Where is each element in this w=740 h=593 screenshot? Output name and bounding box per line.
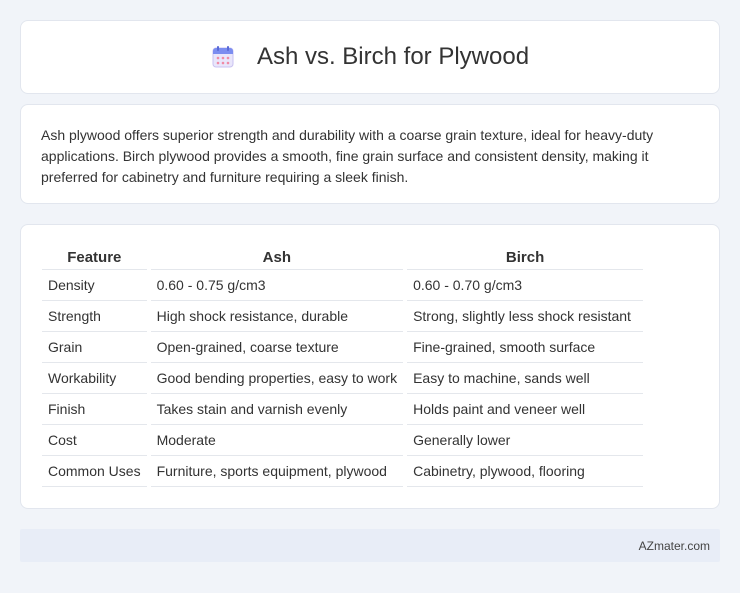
table-row: Grain Open-grained, coarse texture Fine-…	[42, 332, 644, 363]
cell-birch: Cabinetry, plywood, flooring	[407, 456, 644, 487]
cell-ash: Good bending properties, easy to work	[150, 363, 404, 394]
cell-feature: Strength	[42, 301, 147, 332]
footer-site-link[interactable]: AZmater.com	[639, 539, 710, 553]
cell-feature: Common Uses	[42, 456, 147, 487]
cell-birch: Generally lower	[407, 425, 644, 456]
cell-ash: 0.60 - 0.75 g/cm3	[150, 270, 404, 301]
comparison-table: Feature Ash Birch Density 0.60 - 0.75 g/…	[38, 246, 647, 487]
cell-birch: Strong, slightly less shock resistant	[407, 301, 644, 332]
cell-birch: 0.60 - 0.70 g/cm3	[407, 270, 644, 301]
calendar-icon	[212, 46, 234, 68]
summary-text: Ash plywood offers superior strength and…	[41, 127, 654, 185]
cell-ash: Moderate	[150, 425, 404, 456]
table-row: Common Uses Furniture, sports equipment,…	[42, 456, 644, 487]
table-row: Finish Takes stain and varnish evenly Ho…	[42, 394, 644, 425]
cell-feature: Grain	[42, 332, 147, 363]
footer-bar: AZmater.com	[20, 529, 720, 562]
cell-birch: Holds paint and veneer well	[407, 394, 644, 425]
title-wrap: Ash vs. Birch for Plywood	[211, 43, 529, 71]
cell-feature: Workability	[42, 363, 147, 394]
cell-ash: Furniture, sports equipment, plywood	[150, 456, 404, 487]
comparison-table-card: Feature Ash Birch Density 0.60 - 0.75 g/…	[20, 224, 720, 509]
page-title: Ash vs. Birch for Plywood	[256, 43, 530, 70]
table-row: Density 0.60 - 0.75 g/cm3 0.60 - 0.70 g/…	[42, 270, 644, 301]
column-header-feature: Feature	[42, 246, 147, 270]
title-card: Ash vs. Birch for Plywood	[20, 20, 720, 94]
cell-feature: Density	[42, 270, 147, 301]
table-row: Workability Good bending properties, eas…	[42, 363, 644, 394]
cell-birch: Fine-grained, smooth surface	[407, 332, 644, 363]
cell-feature: Finish	[42, 394, 147, 425]
cell-birch: Easy to machine, sands well	[407, 363, 644, 394]
cell-ash: Takes stain and varnish evenly	[150, 394, 404, 425]
column-header-ash: Ash	[150, 246, 404, 270]
table-header-row: Feature Ash Birch	[42, 246, 644, 270]
column-header-birch: Birch	[407, 246, 644, 270]
cell-ash: High shock resistance, durable	[150, 301, 404, 332]
table-row: Strength High shock resistance, durable …	[42, 301, 644, 332]
summary-card: Ash plywood offers superior strength and…	[20, 104, 720, 204]
table-row: Cost Moderate Generally lower	[42, 425, 644, 456]
cell-feature: Cost	[42, 425, 147, 456]
cell-ash: Open-grained, coarse texture	[150, 332, 404, 363]
